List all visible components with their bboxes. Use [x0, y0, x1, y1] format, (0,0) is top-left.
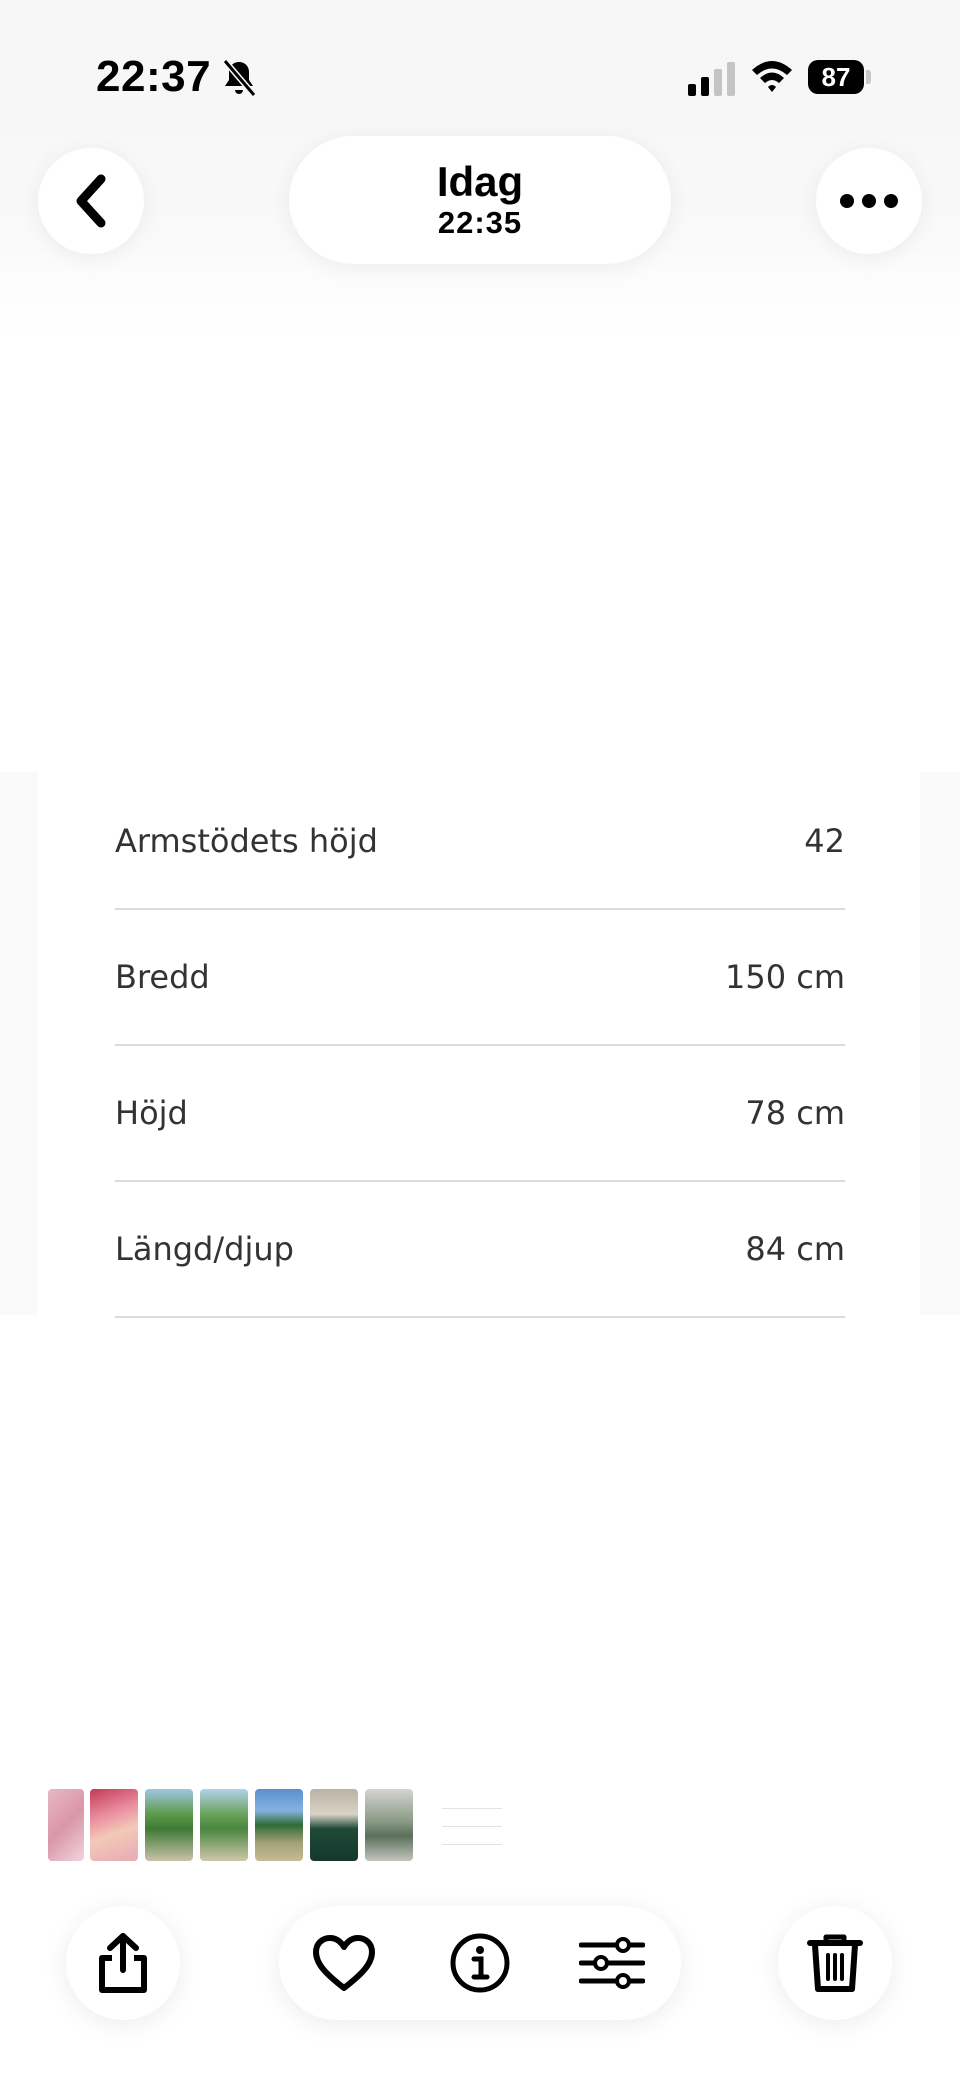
spec-table: Armstödets höjd 42 Bredd 150 cm Höjd 78 … [38, 772, 920, 1318]
spec-label: Längd/djup [115, 1230, 294, 1268]
spec-row: Längd/djup 84 cm [115, 1180, 845, 1318]
spec-value: 78 cm [745, 1094, 845, 1132]
cellular-signal-icon [688, 62, 735, 96]
thumbnail[interactable] [145, 1789, 193, 1861]
spec-row: Bredd 150 cm [115, 908, 845, 1046]
battery-level: 87 [821, 61, 851, 92]
spec-row: Armstödets höjd 42 [115, 772, 845, 910]
share-icon [99, 1933, 147, 1993]
heart-icon [313, 1935, 375, 1991]
date-time: 22:35 [437, 205, 523, 240]
favorite-button[interactable] [311, 1930, 377, 1996]
spec-value: 150 cm [724, 958, 845, 996]
thumb-line [442, 1808, 502, 1809]
spec-value: 42 [804, 822, 845, 860]
thumbnail[interactable] [48, 1789, 84, 1861]
date-header: Idag 22:35 [289, 136, 671, 264]
photo-toolbar [279, 1906, 681, 2020]
more-button[interactable] [816, 148, 922, 254]
spec-label: Höjd [115, 1094, 188, 1132]
chevron-left-icon [76, 174, 106, 228]
spec-row: Höjd 78 cm [115, 1044, 845, 1182]
back-button[interactable] [38, 148, 144, 254]
date-title: Idag [436, 158, 524, 205]
adjust-button[interactable] [579, 1930, 645, 1996]
spec-label: Bredd [115, 958, 210, 996]
sliders-icon [579, 1937, 645, 1989]
spec-label: Armstödets höjd [115, 822, 378, 860]
status-time: 22:37 [96, 52, 212, 101]
trash-icon [807, 1934, 863, 1992]
thumbnail[interactable] [255, 1789, 303, 1861]
share-button[interactable] [66, 1906, 180, 2020]
thumb-line [442, 1844, 502, 1845]
delete-button[interactable] [778, 1906, 892, 2020]
ellipsis-icon [840, 194, 898, 208]
battery-tip [866, 70, 871, 84]
photo-viewer[interactable]: Armstödets höjd 42 Bredd 150 cm Höjd 78 … [0, 772, 960, 1318]
thumb-line [442, 1826, 502, 1827]
thumbnail[interactable] [365, 1789, 413, 1861]
battery-indicator: 87 [808, 60, 864, 94]
thumbnail-current[interactable] [434, 1790, 520, 1860]
wifi-icon [752, 61, 792, 92]
info-button[interactable] [447, 1930, 513, 1996]
status-bar: 22:37 87 [0, 0, 960, 150]
info-icon [450, 1933, 510, 1993]
bell-off-icon [222, 59, 257, 97]
thumbnail[interactable] [90, 1789, 138, 1861]
thumbnail[interactable] [310, 1789, 358, 1861]
thumbnail[interactable] [200, 1789, 248, 1861]
spec-value: 84 cm [745, 1230, 845, 1268]
